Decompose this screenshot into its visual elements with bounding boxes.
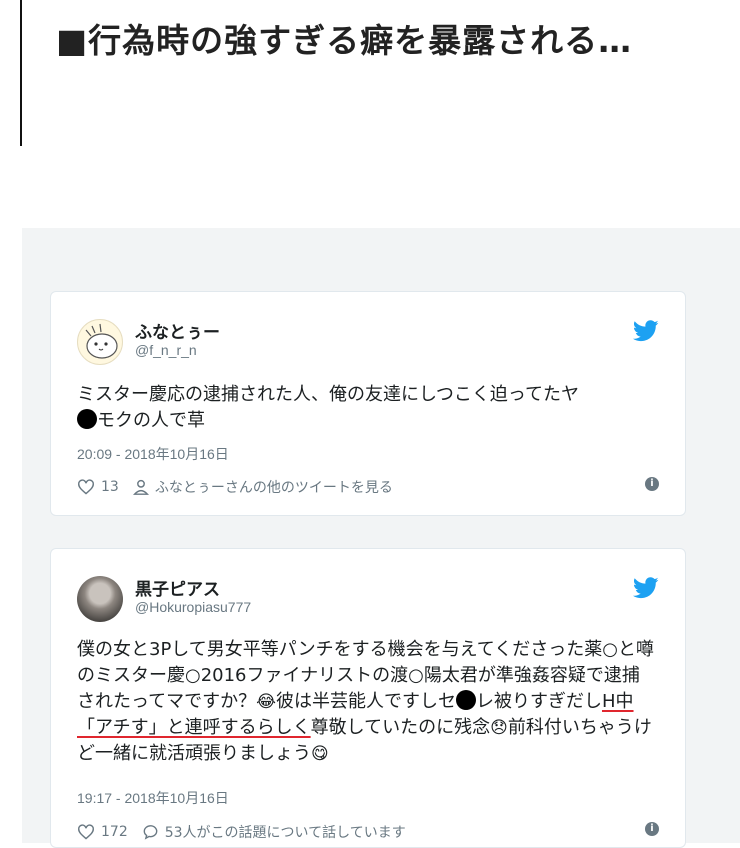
tweet-card-2[interactable]: 黒子ピアス @Hokuropiasu777 僕の女と3Pして男女平等パンチをする… bbox=[50, 548, 686, 848]
disappointed-emoji-icon: 😞 bbox=[490, 718, 508, 738]
reply-count-label: 53人がこの話題について話しています bbox=[164, 825, 406, 841]
article-left-rule bbox=[20, 0, 22, 146]
tweet-text-part: レ被りすぎだし bbox=[475, 691, 602, 712]
avatar-illustration-icon bbox=[85, 323, 118, 359]
article-headline: ■行為時の強すぎる癖を暴露される… bbox=[56, 21, 633, 60]
author-name[interactable]: ふなとぅー bbox=[135, 318, 220, 343]
like-action[interactable]: 172 bbox=[77, 824, 128, 840]
tweet-text: 僕の女と3Pして男女平等パンチをする機会を与えてくださった薬○と噂のミスター慶○… bbox=[77, 637, 657, 767]
laughing-emoji-icon: 😂 bbox=[256, 692, 276, 712]
avatar[interactable] bbox=[77, 319, 123, 365]
profile-link-action[interactable]: ふなとぅーさんの他のツイートを見る bbox=[132, 477, 393, 497]
tweet-timestamp[interactable]: 20:09 - 2018年10月16日 bbox=[77, 444, 229, 464]
like-action[interactable]: 13 bbox=[77, 479, 119, 495]
redaction-blot bbox=[455, 690, 476, 710]
heart-icon bbox=[78, 824, 94, 840]
tweet-timestamp[interactable]: 19:17 - 2018年10月16日 bbox=[77, 788, 229, 808]
tweet-actions: 13 ふなとぅーさんの他のツイートを見る i bbox=[77, 477, 659, 497]
yum-emoji-icon: 😋 bbox=[311, 744, 329, 764]
tweet-text-part: 彼は半芸能人ですしセ bbox=[275, 691, 456, 712]
reply-bubble-icon bbox=[143, 825, 158, 840]
twitter-bird-icon[interactable] bbox=[633, 577, 659, 599]
twitter-bird-icon[interactable] bbox=[633, 320, 659, 342]
redaction-blot bbox=[77, 409, 97, 429]
reply-action[interactable]: 53人がこの話題について話しています bbox=[142, 822, 406, 842]
heart-icon bbox=[78, 479, 94, 495]
author-handle[interactable]: @Hokuropiasu777 bbox=[135, 599, 251, 615]
tweet-text-part: ミスター慶応の逮捕された人、俺の友達にしつこく迫ってたヤ bbox=[77, 384, 580, 405]
like-count: 172 bbox=[101, 824, 128, 840]
tweet-text-part: モクの人で草 bbox=[97, 410, 205, 431]
info-icon[interactable]: i bbox=[645, 477, 659, 491]
like-count: 13 bbox=[101, 479, 119, 495]
author-handle[interactable]: @f_n_r_n bbox=[135, 342, 197, 358]
profile-link-label: ふなとぅーさんの他のツイートを見る bbox=[154, 480, 393, 496]
avatar[interactable] bbox=[77, 576, 123, 622]
author-name[interactable]: 黒子ピアス bbox=[135, 575, 220, 600]
tweet-actions: 172 53人がこの話題について話しています i bbox=[77, 822, 659, 842]
tweet-text: ミスター慶応の逮捕された人、俺の友達にしつこく迫ってたヤ モクの人で草 bbox=[77, 382, 657, 434]
tweet-card-1[interactable]: ふなとぅー @f_n_r_n ミスター慶応の逮捕された人、俺の友達にしつこく迫っ… bbox=[50, 291, 686, 516]
info-icon[interactable]: i bbox=[645, 822, 659, 836]
tweet-text-part: 尊敬していたのに残念 bbox=[310, 717, 491, 738]
person-icon bbox=[132, 479, 149, 495]
